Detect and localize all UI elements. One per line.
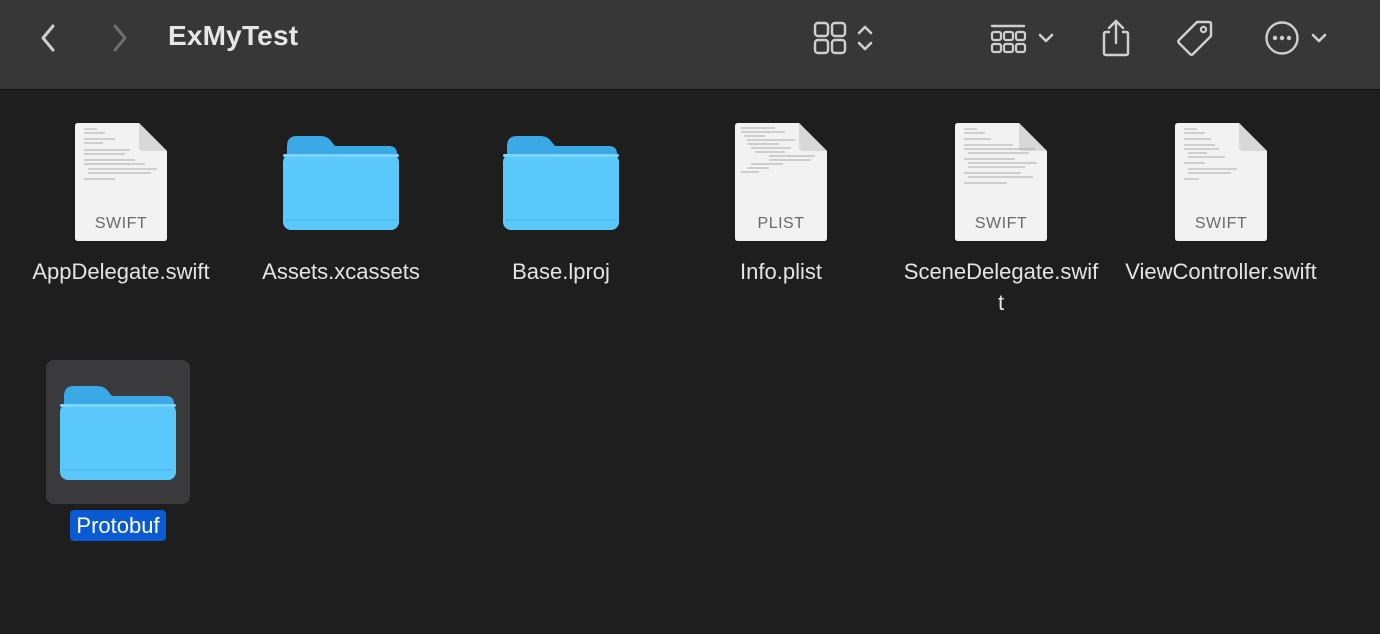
file-icon-wrap: PLIST bbox=[709, 110, 853, 254]
view-mode-button[interactable] bbox=[806, 16, 882, 60]
file-name-row: ViewController.swift bbox=[1116, 254, 1326, 287]
folder-icon-wrap bbox=[46, 360, 190, 504]
chevron-left-icon bbox=[41, 24, 55, 52]
file-name-label: AppDelegate.swift bbox=[32, 259, 210, 284]
swift-document-icon: SWIFT bbox=[955, 123, 1047, 241]
file-extension-label: SWIFT bbox=[1194, 215, 1248, 232]
file-grid: SWIFT AppDelegate.swift Assets.xcassets bbox=[0, 90, 1380, 634]
file-name-label: Info.plist bbox=[740, 259, 822, 284]
file-name-row: Info.plist bbox=[676, 254, 886, 287]
file-extension-label: SWIFT bbox=[94, 215, 148, 232]
file-name-row: Assets.xcassets bbox=[236, 254, 446, 287]
file-item[interactable]: SWIFT SceneDelegate.swift bbox=[896, 110, 1106, 318]
folder-item[interactable]: Base.lproj bbox=[456, 110, 666, 287]
plist-document-icon: PLIST bbox=[735, 123, 827, 241]
file-name-row: AppDelegate.swift bbox=[16, 254, 226, 287]
folder-icon bbox=[60, 386, 176, 480]
chevron-updown-icon bbox=[857, 25, 873, 51]
tag-icon bbox=[1177, 20, 1213, 56]
finder-window: ExMyTest SWIFT AppDelegate.swift Assets.… bbox=[0, 0, 1380, 634]
icon-grid-view-icon bbox=[813, 21, 847, 55]
folder-icon-wrap bbox=[269, 110, 413, 254]
toolbar: ExMyTest bbox=[0, 0, 1380, 90]
forward-button[interactable] bbox=[98, 18, 142, 58]
file-item[interactable]: SWIFT ViewController.swift bbox=[1116, 110, 1326, 287]
swift-document-icon: SWIFT bbox=[75, 123, 167, 241]
file-icon-wrap: SWIFT bbox=[929, 110, 1073, 254]
folder-item-selected[interactable]: Protobuf bbox=[13, 360, 223, 541]
group-by-icon bbox=[990, 24, 1027, 54]
folder-name-label: Protobuf bbox=[70, 510, 166, 541]
folder-icon-wrap bbox=[489, 110, 633, 254]
chevron-down-icon bbox=[1311, 33, 1327, 43]
file-item[interactable]: SWIFT AppDelegate.swift bbox=[16, 110, 226, 287]
more-actions-button[interactable] bbox=[1256, 16, 1336, 60]
file-extension-label: SWIFT bbox=[974, 215, 1028, 232]
share-icon bbox=[1102, 19, 1130, 57]
file-name-row: Protobuf bbox=[13, 508, 223, 541]
back-button[interactable] bbox=[26, 18, 70, 58]
file-icon-wrap: SWIFT bbox=[1149, 110, 1293, 254]
folder-name-label: Assets.xcassets bbox=[262, 259, 420, 284]
file-name-label: ViewController.swift bbox=[1125, 259, 1317, 284]
folder-item[interactable]: Assets.xcassets bbox=[236, 110, 446, 287]
file-extension-label: PLIST bbox=[757, 215, 805, 232]
file-name-row: Base.lproj bbox=[456, 254, 666, 287]
folder-icon bbox=[283, 136, 399, 230]
tag-button[interactable] bbox=[1172, 16, 1218, 60]
swift-document-icon: SWIFT bbox=[1175, 123, 1267, 241]
folder-name-label: Base.lproj bbox=[512, 259, 610, 284]
chevron-down-icon bbox=[1038, 33, 1054, 43]
group-by-button[interactable] bbox=[982, 16, 1062, 60]
file-name-row: SceneDelegate.swift bbox=[896, 254, 1106, 318]
file-icon-wrap: SWIFT bbox=[49, 110, 193, 254]
file-name-label: SceneDelegate.swift bbox=[903, 259, 1099, 315]
window-title: ExMyTest bbox=[168, 20, 299, 51]
chevron-right-icon bbox=[113, 24, 127, 52]
folder-icon bbox=[503, 136, 619, 230]
more-actions-icon bbox=[1265, 21, 1299, 55]
file-item[interactable]: PLIST Info.plist bbox=[676, 110, 886, 287]
share-button[interactable] bbox=[1094, 14, 1138, 62]
